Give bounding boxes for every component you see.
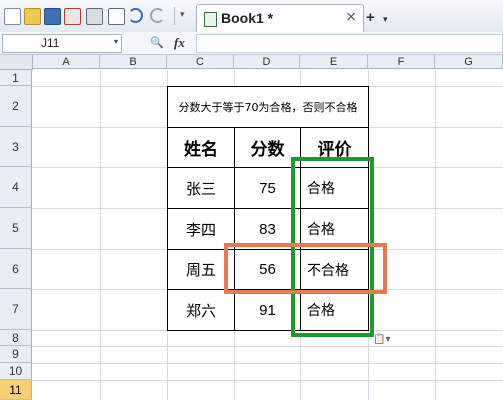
- row-header-3[interactable]: 3: [0, 127, 32, 167]
- toolbar: ▾ Book1 * × + ▾: [0, 0, 503, 33]
- undo-icon[interactable]: [128, 8, 143, 23]
- column-header-e[interactable]: E: [300, 55, 368, 69]
- tab-book1[interactable]: Book1 * ×: [196, 4, 364, 33]
- column-header-d[interactable]: D: [234, 55, 300, 69]
- column-header-a[interactable]: A: [33, 55, 100, 69]
- spreadsheet-doc-icon: [204, 12, 217, 27]
- chevron-down-icon[interactable]: ▾: [114, 37, 118, 46]
- redo-icon[interactable]: [150, 8, 165, 23]
- row-header-8[interactable]: 8: [0, 330, 32, 346]
- print-icon[interactable]: [86, 8, 103, 25]
- name-cell[interactable]: 郑六: [167, 289, 235, 331]
- open-folder-icon[interactable]: [24, 8, 41, 25]
- row-header-11[interactable]: 11: [0, 380, 32, 400]
- name-cell[interactable]: 张三: [167, 167, 235, 209]
- gridline: [32, 346, 503, 347]
- chevron-down-icon[interactable]: ▾: [383, 14, 388, 24]
- zoom-icon[interactable]: 🔍: [150, 36, 164, 49]
- table-title-cell[interactable]: 分数大于等于70为合格，否则不合格: [167, 86, 369, 128]
- header-name-cell[interactable]: 姓名: [167, 127, 235, 168]
- row-header-4[interactable]: 4: [0, 167, 32, 208]
- save-icon[interactable]: [44, 8, 61, 25]
- row-header-7[interactable]: 7: [0, 289, 32, 330]
- close-icon[interactable]: ×: [345, 9, 357, 25]
- insert-function-button[interactable]: fx: [174, 35, 185, 51]
- column-header-g[interactable]: G: [435, 55, 503, 69]
- name-box-value: J11: [41, 36, 60, 50]
- column-header-f[interactable]: F: [368, 55, 435, 69]
- paste-options-icon[interactable]: 📋▾: [373, 334, 399, 348]
- new-doc-icon[interactable]: [4, 8, 21, 25]
- tab-title: Book1 *: [221, 10, 274, 26]
- gridline: [435, 70, 436, 400]
- column-header-c[interactable]: C: [167, 55, 234, 69]
- row-header-10[interactable]: 10: [0, 363, 32, 380]
- select-all-corner[interactable]: [0, 55, 33, 70]
- row-header-9[interactable]: 9: [0, 346, 32, 363]
- row-header-1[interactable]: 1: [0, 70, 32, 86]
- export-pdf-icon[interactable]: [64, 8, 81, 25]
- name-box[interactable]: J11 ▾: [2, 34, 122, 53]
- toolbar-dropdown-icon[interactable]: ▾: [180, 10, 185, 20]
- new-tab-button[interactable]: + ▾: [366, 9, 394, 27]
- print-preview-icon[interactable]: [108, 8, 125, 25]
- gridline: [32, 363, 503, 364]
- row-header-2[interactable]: 2: [0, 86, 32, 127]
- gridline: [100, 70, 101, 400]
- column-header-b[interactable]: B: [100, 55, 167, 69]
- gridline: [32, 380, 503, 381]
- row-header-6[interactable]: 6: [0, 249, 32, 289]
- formula-input[interactable]: [196, 34, 503, 53]
- failing-row-highlight: [224, 243, 387, 294]
- row-header-5[interactable]: 5: [0, 208, 32, 249]
- toolbar-separator: [174, 7, 175, 25]
- plus-icon: +: [366, 9, 375, 26]
